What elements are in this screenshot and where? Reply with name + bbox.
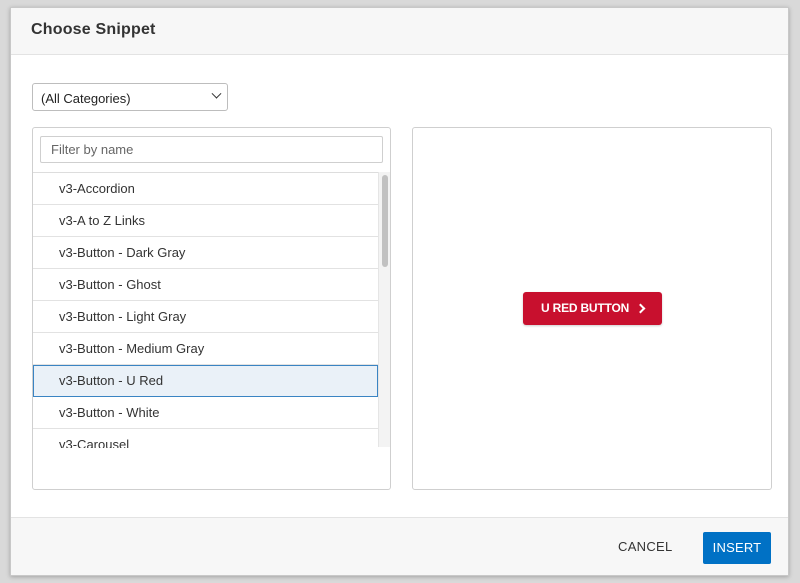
dialog-title: Choose Snippet [31, 21, 156, 38]
list-item[interactable]: v3-Button - Dark Gray [33, 237, 378, 269]
list-item[interactable]: v3-Carousel [33, 429, 378, 448]
dialog-footer: CANCEL INSERT [11, 517, 788, 575]
list-item[interactable]: v3-Button - Medium Gray [33, 333, 378, 365]
list-item-label: v3-Button - Ghost [59, 277, 161, 292]
list-item-label: v3-Button - Light Gray [59, 309, 187, 324]
list-item-label: v3-Accordion [59, 181, 135, 196]
preview-u-red-button: U RED BUTTON [523, 292, 662, 325]
list-item-label: v3-Carousel [59, 437, 130, 448]
category-select-value: (All Categories) [41, 91, 131, 106]
insert-button[interactable]: INSERT [703, 532, 771, 564]
snippet-list: v3-Accordion v3-A to Z Links v3-Button -… [33, 172, 378, 448]
list-item-label: v3-A to Z Links [59, 213, 145, 228]
list-item-label: v3-Button - Medium Gray [59, 341, 205, 356]
list-item[interactable]: v3-Button - U Red [33, 365, 378, 397]
dialog-header: Choose Snippet [11, 8, 788, 55]
scrollbar-thumb[interactable] [382, 175, 388, 267]
snippet-list-panel: v3-Accordion v3-A to Z Links v3-Button -… [32, 127, 391, 490]
chevron-down-icon [211, 88, 222, 99]
choose-snippet-dialog: Choose Snippet (All Categories) v3-Accor… [10, 7, 789, 576]
filter-input[interactable] [40, 136, 383, 163]
list-item[interactable]: v3-A to Z Links [33, 205, 378, 237]
list-item[interactable]: v3-Button - White [33, 397, 378, 429]
preview-button-label: U RED BUTTON [541, 301, 630, 315]
list-item[interactable]: v3-Button - Ghost [33, 269, 378, 301]
cancel-button[interactable]: CANCEL [618, 539, 673, 554]
list-item[interactable]: v3-Button - Light Gray [33, 301, 378, 333]
list-item-label: v3-Button - Dark Gray [59, 245, 186, 260]
list-item[interactable]: v3-Accordion [33, 173, 378, 205]
category-select[interactable]: (All Categories) [32, 83, 228, 111]
list-item-label: v3-Button - White [59, 405, 160, 420]
list-item-label: v3-Button - U Red [59, 373, 164, 388]
chevron-right-icon [635, 303, 646, 314]
list-scrollbar[interactable] [378, 172, 390, 447]
snippet-preview-panel: U RED BUTTON [412, 127, 772, 490]
